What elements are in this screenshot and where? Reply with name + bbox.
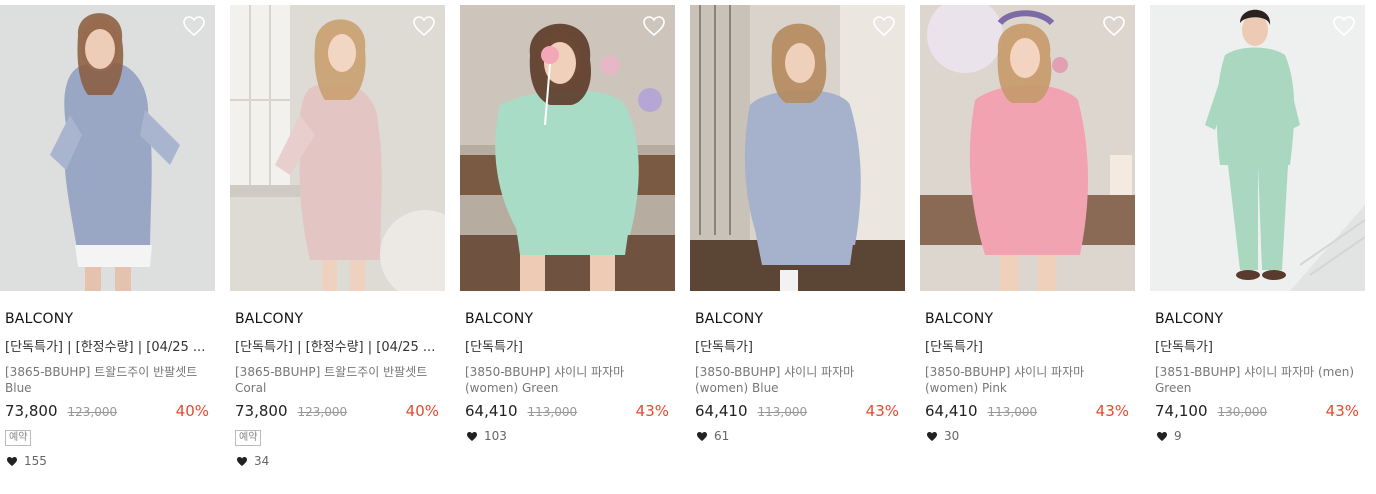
like-count: 9 — [1150, 428, 1365, 444]
brand-name[interactable]: BALCONY — [690, 310, 905, 328]
product-card[interactable]: BALCONY [단독특가] [3850-BBUHP] 샤이니 파자마 (wom… — [690, 5, 905, 444]
discount-rate: 43% — [1095, 402, 1129, 420]
discount-rate: 40% — [405, 402, 439, 420]
sale-price: 64,410 — [465, 402, 518, 420]
heart-icon — [7, 456, 17, 466]
product-card[interactable]: BALCONY [단독특가] | [한정수량] | [04/25 ... [38… — [230, 5, 445, 469]
original-price: 113,000 — [757, 405, 808, 419]
price-row: 64,410 113,000 43% — [920, 402, 1135, 422]
heart-icon — [927, 431, 937, 441]
original-price: 123,000 — [297, 405, 348, 419]
brand-name[interactable]: BALCONY — [920, 310, 1135, 328]
heart-icon — [237, 456, 247, 466]
price-row: 73,800 123,000 40% — [0, 402, 215, 422]
like-count-value: 61 — [714, 429, 730, 443]
product-name[interactable]: [3851-BBUHP] 샤이니 파자마 (men) Green — [1150, 364, 1365, 396]
product-photo-satin-blue — [690, 5, 905, 291]
product-card[interactable]: BALCONY [단독특가] | [한정수량] | [04/25 ... [38… — [0, 5, 215, 469]
sale-price: 74,100 — [1155, 402, 1208, 420]
product-photo-toile-blue — [0, 5, 215, 291]
heart-icon — [697, 431, 707, 441]
product-name[interactable]: [3850-BBUHP] 샤이니 파자마 (women) Blue — [690, 364, 905, 396]
product-name[interactable]: [3850-BBUHP] 샤이니 파자마 (women) Pink — [920, 364, 1135, 396]
sale-price: 64,410 — [695, 402, 748, 420]
like-count: 155 — [0, 453, 215, 469]
like-count: 30 — [920, 428, 1135, 444]
price-row: 64,410 113,000 43% — [690, 402, 905, 422]
promo-tags: [단독특가] | [한정수량] | [04/25 ... — [5, 340, 206, 355]
product-card[interactable]: BALCONY [단독특가] [3850-BBUHP] 샤이니 파자마 (wom… — [920, 5, 1135, 444]
product-card[interactable]: BALCONY [단독특가] [3851-BBUHP] 샤이니 파자마 (men… — [1150, 5, 1365, 444]
sale-price: 64,410 — [925, 402, 978, 420]
sale-price: 73,800 — [235, 402, 288, 420]
original-price: 130,000 — [1217, 405, 1268, 419]
discount-rate: 43% — [1325, 402, 1359, 420]
original-price: 113,000 — [987, 405, 1038, 419]
wishlist-heart-icon[interactable] — [872, 15, 896, 37]
heart-icon — [467, 431, 477, 441]
discount-rate: 43% — [865, 402, 899, 420]
wishlist-heart-icon[interactable] — [1332, 15, 1356, 37]
wishlist-heart-icon[interactable] — [182, 15, 206, 37]
product-image[interactable] — [0, 5, 215, 291]
promo-tags: [단독특가] | [한정수량] | [04/25 ... — [235, 340, 436, 355]
like-count: 103 — [460, 428, 675, 444]
product-image[interactable] — [1150, 5, 1365, 291]
product-image[interactable] — [460, 5, 675, 291]
product-grid: BALCONY [단독특가] | [한정수량] | [04/25 ... [38… — [0, 0, 1376, 494]
product-image[interactable] — [230, 5, 445, 291]
reservation-badge: 예약 — [5, 430, 32, 446]
wishlist-heart-icon[interactable] — [642, 15, 666, 37]
original-price: 123,000 — [67, 405, 118, 419]
brand-name[interactable]: BALCONY — [0, 310, 215, 328]
wishlist-heart-icon[interactable] — [412, 15, 436, 37]
product-card[interactable]: BALCONY [단독특가] [3850-BBUHP] 샤이니 파자마 (wom… — [460, 5, 675, 444]
brand-name[interactable]: BALCONY — [1150, 310, 1365, 328]
promo-tags: [단독특가] — [925, 340, 983, 355]
price-row: 74,100 130,000 43% — [1150, 402, 1365, 422]
product-photo-satin-pink — [920, 5, 1135, 291]
like-count-value: 103 — [484, 429, 507, 443]
promo-tags: [단독특가] — [1155, 340, 1213, 355]
discount-rate: 40% — [175, 402, 209, 420]
brand-name[interactable]: BALCONY — [230, 310, 445, 328]
like-count-value: 34 — [254, 454, 270, 468]
sale-price: 73,800 — [5, 402, 58, 420]
discount-rate: 43% — [635, 402, 669, 420]
product-image[interactable] — [920, 5, 1135, 291]
promo-tags: [단독특가] — [695, 340, 753, 355]
product-photo-satin-men-green — [1150, 5, 1365, 291]
wishlist-heart-icon[interactable] — [1102, 15, 1126, 37]
price-row: 64,410 113,000 43% — [460, 402, 675, 422]
product-photo-toile-coral — [230, 5, 445, 291]
like-count: 34 — [230, 453, 445, 469]
promo-tags: [단독특가] — [465, 340, 523, 355]
original-price: 113,000 — [527, 405, 578, 419]
brand-name[interactable]: BALCONY — [460, 310, 675, 328]
reservation-badge: 예약 — [235, 430, 262, 446]
price-row: 73,800 123,000 40% — [230, 402, 445, 422]
product-photo-satin-green — [460, 5, 675, 291]
heart-icon — [1157, 431, 1167, 441]
product-image[interactable] — [690, 5, 905, 291]
like-count: 61 — [690, 428, 905, 444]
like-count-value: 9 — [1174, 429, 1182, 443]
product-name[interactable]: [3865-BBUHP] 트왈드주이 반팔셋트 Blue — [0, 364, 215, 396]
product-name[interactable]: [3865-BBUHP] 트왈드주이 반팔셋트 Coral — [230, 364, 445, 396]
product-name[interactable]: [3850-BBUHP] 샤이니 파자마 (women) Green — [460, 364, 675, 396]
like-count-value: 30 — [944, 429, 960, 443]
like-count-value: 155 — [24, 454, 47, 468]
